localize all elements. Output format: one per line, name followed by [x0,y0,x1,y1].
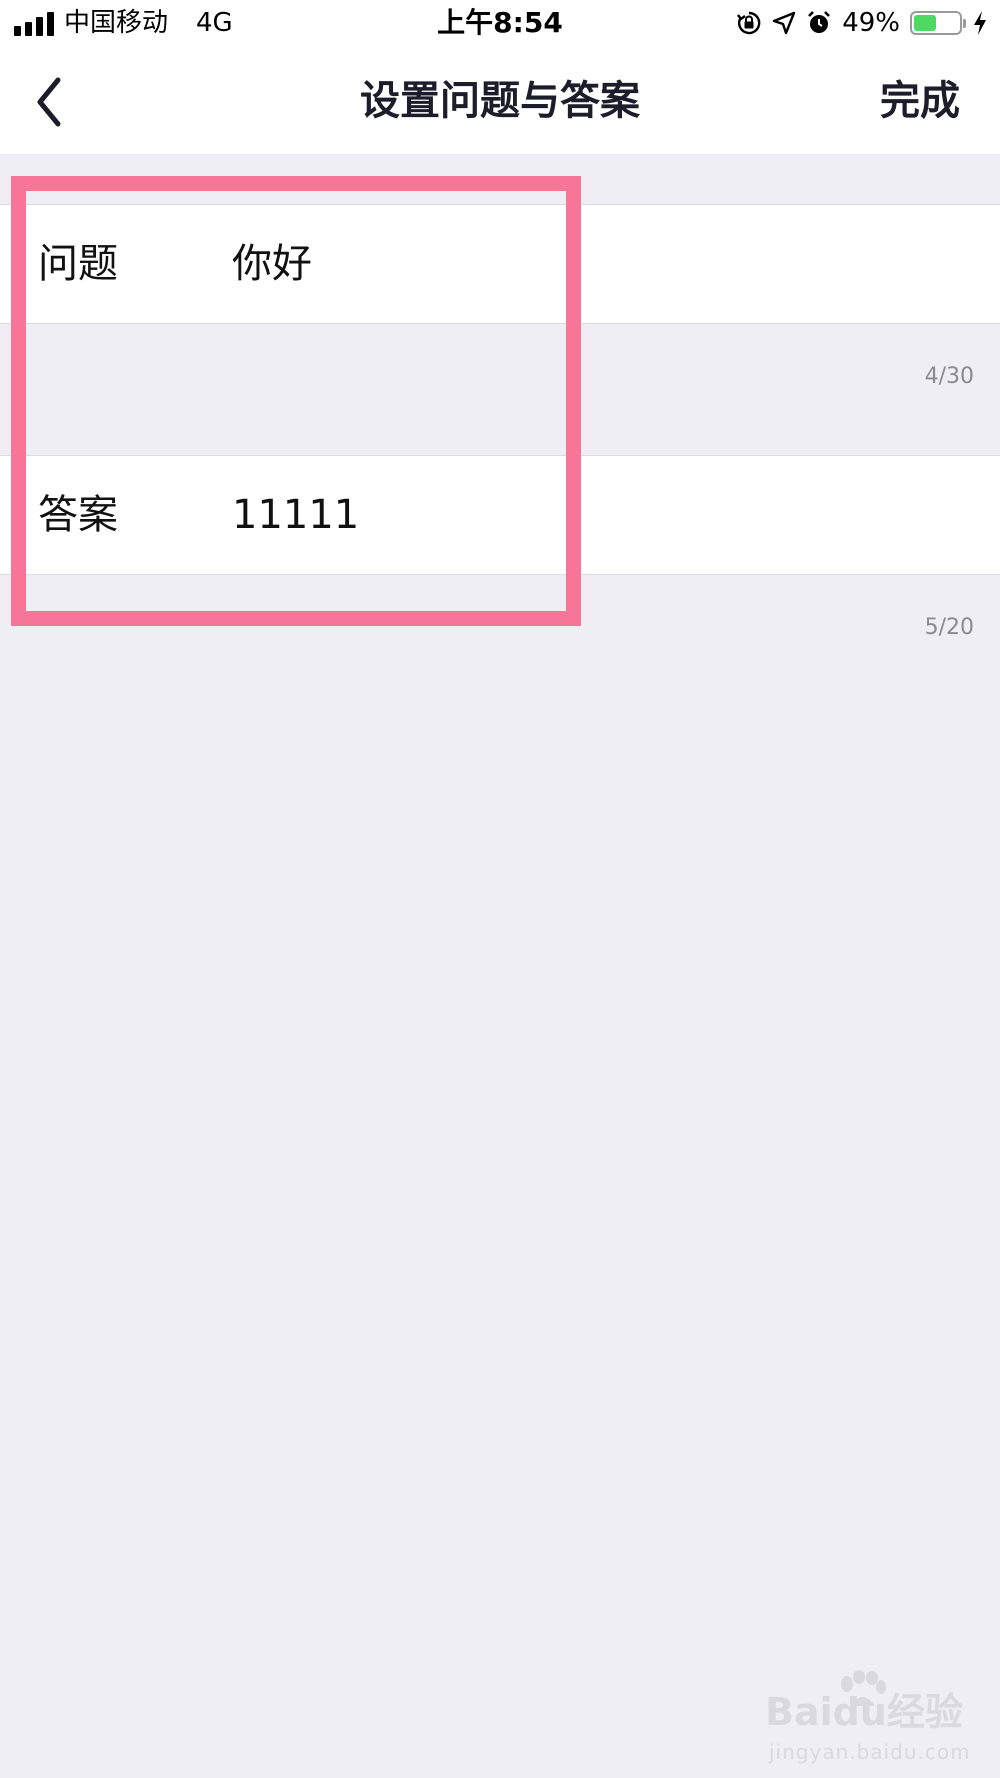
status-right: 49% [736,8,988,38]
battery-level [914,15,936,31]
watermark-subtext: jingyan.baidu.com [769,1740,971,1764]
alarm-icon [806,10,832,36]
battery-percent: 49% [842,8,900,38]
watermark-text: Baidu经验 [765,1690,963,1734]
question-counter: 4/30 [924,364,974,389]
done-button[interactable]: 完成 [880,76,960,126]
charging-icon [972,10,988,36]
answer-counter: 5/20 [924,615,974,640]
rotation-lock-icon [736,10,762,36]
baidu-jingyan-watermark: Baidu经验 jingyan.baidu.com [765,1670,975,1764]
battery-icon [910,11,966,35]
highlight-annotation-box [11,176,581,626]
page-title: 设置问题与答案 [360,78,640,124]
location-icon [772,11,796,35]
status-bar: 中国移动 4G 上午8:54 49% [0,0,1000,50]
nav-bar: 设置问题与答案 完成 [0,50,1000,154]
